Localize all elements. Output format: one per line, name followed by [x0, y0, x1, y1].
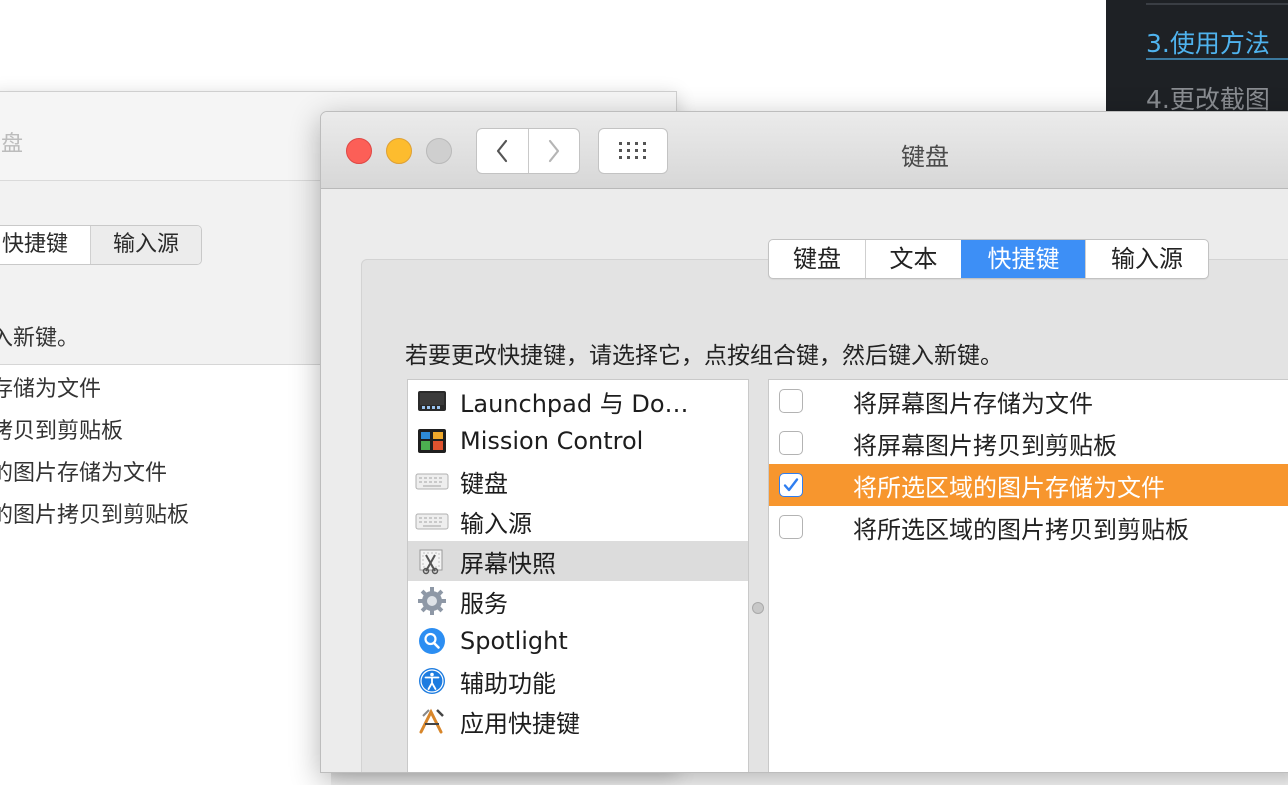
- category-item-services[interactable]: 服务: [408, 581, 748, 621]
- tab-input-sources[interactable]: 输入源: [1085, 240, 1208, 278]
- background-list-item[interactable]: 存储为文件: [0, 371, 101, 403]
- category-item-app-shortcuts[interactable]: 应用快捷键: [408, 701, 748, 741]
- background-tab-shortcuts[interactable]: 快捷键: [0, 226, 90, 264]
- gear-icon: [415, 587, 449, 615]
- chevron-left-icon: [497, 139, 508, 163]
- toc-divider: [1146, 3, 1288, 5]
- shortcut-checkbox[interactable]: [779, 473, 803, 497]
- preference-tabs: 键盘 文本 快捷键 输入源: [768, 239, 1209, 279]
- window-title: 键盘: [901, 143, 949, 171]
- pane-splitter-handle[interactable]: [752, 602, 764, 614]
- category-label: 服务: [460, 589, 508, 618]
- shortcut-checkbox[interactable]: [779, 515, 803, 539]
- launchpad-icon: [415, 387, 449, 415]
- zoom-button[interactable]: [426, 138, 452, 164]
- background-instruction: 入新键。: [0, 326, 80, 351]
- toc-link-underline: [1146, 58, 1288, 60]
- category-label: Mission Control: [460, 427, 644, 455]
- shortcut-row[interactable]: 将屏幕图片存储为文件: [769, 380, 1288, 422]
- background-list-item[interactable]: 的图片存储为文件: [0, 455, 167, 487]
- chevron-right-icon: [548, 139, 559, 163]
- background-tab-input-sources[interactable]: 输入源: [90, 226, 202, 264]
- category-item-screenshots[interactable]: 屏幕快照: [408, 541, 748, 581]
- spotlight-icon: [415, 627, 449, 655]
- shortcut-label: 将所选区域的图片拷贝到剪贴板: [853, 515, 1189, 544]
- forward-button[interactable]: [527, 129, 580, 173]
- category-label: Spotlight: [460, 627, 568, 655]
- category-item-input-sources[interactable]: 输入源: [408, 501, 748, 541]
- grid-icon: [619, 142, 646, 159]
- background-window-title: 盘: [1, 132, 24, 157]
- shortcut-category-list: Launchpad 与 Do… Mission Control 键盘 输入源 屏…: [407, 379, 749, 772]
- category-label: 输入源: [460, 509, 532, 538]
- accessibility-icon: [415, 667, 449, 695]
- tab-keyboard[interactable]: 键盘: [769, 240, 865, 278]
- category-label: Launchpad 与 Do…: [460, 389, 689, 418]
- background-list-item[interactable]: 的图片拷贝到剪贴板: [0, 497, 189, 529]
- tab-shortcuts[interactable]: 快捷键: [961, 240, 1085, 278]
- show-all-button[interactable]: [598, 128, 668, 174]
- category-label: 屏幕快照: [460, 549, 556, 578]
- keyboard-icon: [415, 507, 449, 535]
- shortcut-label: 将屏幕图片拷贝到剪贴板: [853, 431, 1117, 460]
- shortcut-checkbox[interactable]: [779, 431, 803, 455]
- category-item-spotlight[interactable]: Spotlight: [408, 621, 748, 661]
- category-item-accessibility[interactable]: 辅助功能: [408, 661, 748, 701]
- shortcut-list: 将屏幕图片存储为文件 将屏幕图片拷贝到剪贴板 将所选区域的图片存储为文件 将所选…: [768, 379, 1288, 772]
- doc-toc: 3.使用方法 4.更改截图: [1106, 0, 1288, 114]
- checkmark-icon: [783, 478, 799, 492]
- shortcut-row[interactable]: 将屏幕图片拷贝到剪贴板: [769, 422, 1288, 464]
- keyboard-preferences-window: 键盘 键盘 文本 快捷键 输入源 若要更改快捷键，请选择它，点按组合键，然后键入…: [320, 111, 1288, 773]
- background-tabs: 快捷键 输入源: [0, 225, 203, 265]
- shortcut-checkbox[interactable]: [779, 389, 803, 413]
- category-label: 辅助功能: [460, 669, 556, 698]
- background-shortcut-list: 存储为文件 拷贝到剪贴板 的图片存储为文件 的图片拷贝到剪贴板: [0, 364, 331, 785]
- shortcut-row-selected[interactable]: 将所选区域的图片存储为文件: [769, 464, 1288, 506]
- category-label: 键盘: [460, 469, 508, 498]
- window-titlebar: 键盘: [321, 112, 1288, 189]
- category-item-launchpad[interactable]: Launchpad 与 Do…: [408, 381, 748, 421]
- back-button[interactable]: [477, 129, 528, 173]
- category-item-keyboard[interactable]: 键盘: [408, 461, 748, 501]
- screenshot-icon: [415, 547, 449, 575]
- navigation-buttons: [476, 128, 580, 174]
- shortcut-row[interactable]: 将所选区域的图片拷贝到剪贴板: [769, 506, 1288, 548]
- close-button[interactable]: [346, 138, 372, 164]
- tab-text[interactable]: 文本: [865, 240, 961, 278]
- mission-control-icon: [415, 427, 449, 455]
- keyboard-icon: [415, 467, 449, 495]
- shortcut-instruction: 若要更改快捷键，请选择它，点按组合键，然后键入新键。: [405, 343, 1003, 369]
- category-item-mission-control[interactable]: Mission Control: [408, 421, 748, 461]
- toc-link-usage[interactable]: 3.使用方法: [1146, 24, 1270, 60]
- minimize-button[interactable]: [386, 138, 412, 164]
- shortcut-label: 将屏幕图片存储为文件: [853, 389, 1093, 418]
- background-list-item[interactable]: 拷贝到剪贴板: [0, 413, 123, 445]
- app-shortcuts-icon: [415, 707, 449, 735]
- shortcut-label: 将所选区域的图片存储为文件: [853, 473, 1165, 502]
- category-label: 应用快捷键: [460, 709, 580, 738]
